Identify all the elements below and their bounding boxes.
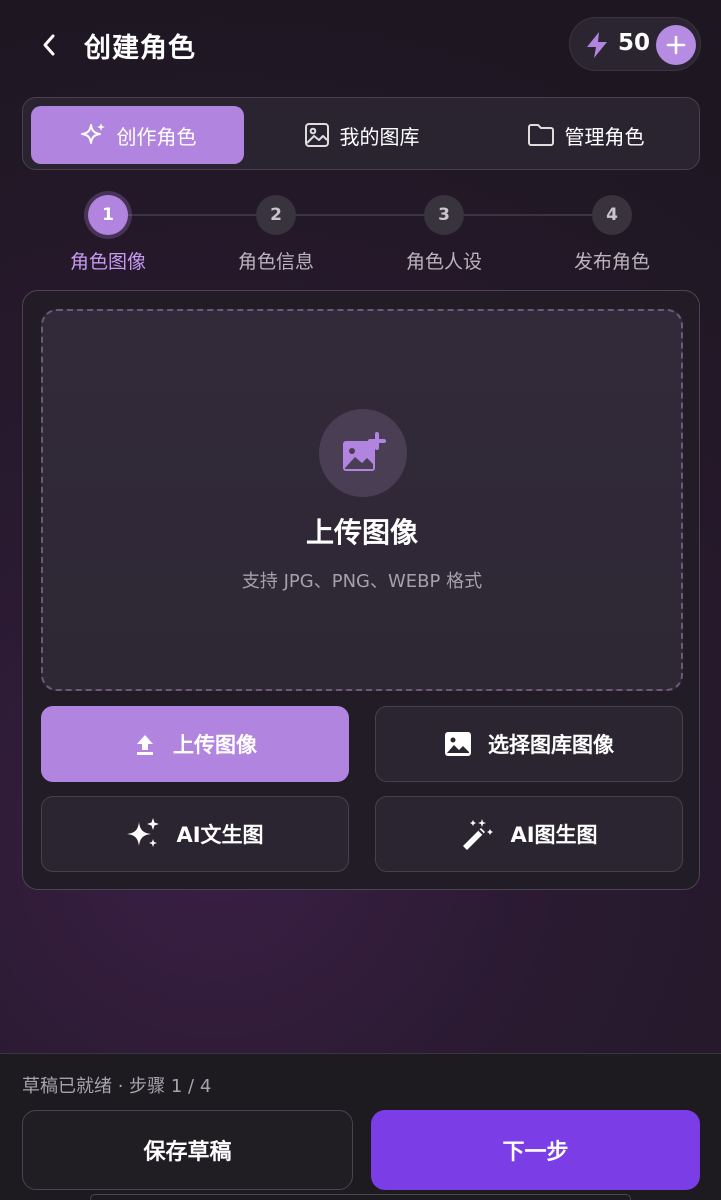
credits-badge[interactable]: 50: [569, 17, 701, 71]
step-1[interactable]: 1 角色图像: [48, 195, 168, 274]
step-label: 角色图像: [69, 251, 146, 273]
plus-icon: [666, 35, 686, 55]
select-gallery-image-button[interactable]: 选择图库图像: [375, 706, 683, 782]
header: 创建角色 50: [0, 0, 721, 90]
home-indicator: [90, 1194, 631, 1200]
next-step-button[interactable]: 下一步: [371, 1110, 700, 1190]
progress-stepper: 1 角色图像 2 角色信息 3 角色人设 4 发布角色: [0, 195, 721, 275]
step-label: 发布角色: [573, 251, 650, 273]
step-number: 1: [88, 195, 128, 235]
upload-formats-hint: 支持 JPG、PNG、WEBP 格式: [241, 571, 483, 592]
upload-icon: [137, 735, 153, 755]
save-draft-button[interactable]: 保存草稿: [22, 1110, 353, 1190]
button-label: 选择图库图像: [488, 733, 614, 757]
stepper-line: [128, 214, 594, 216]
chevron-left-icon: [43, 34, 55, 56]
tab-my-gallery[interactable]: 我的图库: [255, 106, 468, 164]
tab-create-character[interactable]: 创作角色: [31, 106, 244, 164]
button-label: AI图生图: [510, 823, 598, 847]
tab-label: 创作角色: [116, 124, 197, 149]
image-icon: [445, 732, 471, 756]
credits-count: 50: [618, 30, 651, 56]
image-icon: [304, 123, 329, 147]
magic-wand-icon: [463, 819, 494, 850]
image-step-card: 上传图像 支持 JPG、PNG、WEBP 格式 上传图像 选择图库图像 AI文生…: [22, 290, 700, 890]
step-label: 角色信息: [237, 251, 314, 273]
tab-manage-characters[interactable]: 管理角色: [479, 106, 692, 164]
step-3[interactable]: 3 角色人设: [384, 195, 504, 274]
add-credits-button[interactable]: [656, 25, 696, 65]
button-label: AI文生图: [176, 823, 264, 847]
upload-image-button[interactable]: 上传图像: [41, 706, 349, 782]
step-4[interactable]: 4 发布角色: [552, 195, 672, 274]
button-label: 上传图像: [173, 733, 257, 757]
upload-title: 上传图像: [305, 516, 418, 549]
step-number: 2: [256, 195, 296, 235]
bottom-action-bar: 草稿已就绪 · 步骤 1 / 4 保存草稿 下一步: [0, 1053, 721, 1200]
page-title: 创建角色: [84, 33, 196, 64]
tab-label: 管理角色: [564, 124, 645, 149]
back-button[interactable]: [34, 28, 64, 62]
step-number: 3: [424, 195, 464, 235]
upload-dropzone[interactable]: 上传图像 支持 JPG、PNG、WEBP 格式: [41, 309, 683, 691]
tab-label: 我的图库: [339, 124, 420, 149]
step-number: 4: [592, 195, 632, 235]
step-2[interactable]: 2 角色信息: [216, 195, 336, 274]
tab-bar: 创作角色 我的图库 管理角色: [22, 97, 700, 170]
folder-icon: [527, 124, 554, 146]
ai-text-to-image-button[interactable]: AI文生图: [41, 796, 349, 872]
sparkles-icon: [80, 123, 105, 144]
draft-status: 草稿已就绪 · 步骤 1 / 4: [22, 1076, 212, 1097]
bolt-icon: [587, 32, 607, 58]
step-label: 角色人设: [405, 251, 482, 273]
ai-image-to-image-button[interactable]: AI图生图: [375, 796, 683, 872]
image-add-icon: [319, 409, 407, 497]
sparkles-icon: [127, 818, 160, 847]
